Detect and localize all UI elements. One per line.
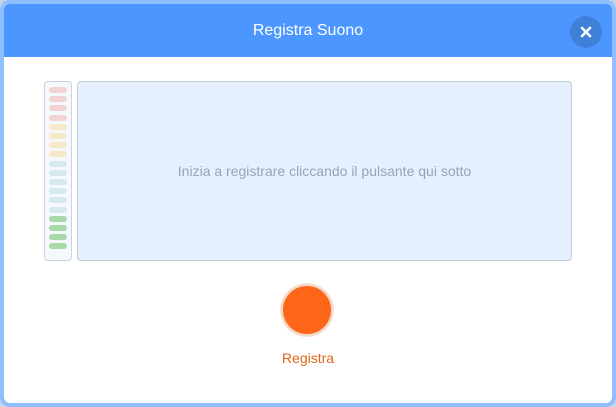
meter-segment: [49, 87, 67, 93]
meter-segment: [49, 160, 67, 167]
dialog-title: Registra Suono: [252, 21, 364, 39]
meter-segment: [49, 188, 67, 195]
meter-segment: [49, 243, 67, 250]
record-label[interactable]: Registra: [4, 350, 612, 366]
record-button[interactable]: [281, 284, 333, 336]
meter-segment: [49, 151, 67, 158]
meter-segment: [49, 123, 67, 130]
dialog-header: Registra Suono: [4, 4, 612, 57]
meter-segment: [49, 169, 67, 176]
record-sound-dialog: Registra Suono Inizia a registrare clicc…: [0, 0, 616, 407]
waveform-hint: Inizia a registrare cliccando il pulsant…: [177, 163, 472, 179]
meter-segment: [49, 105, 67, 112]
meter-segment: [49, 114, 67, 121]
meter-segment: [49, 215, 67, 222]
meter-segment: [49, 133, 67, 139]
meter-segment: [49, 225, 67, 231]
meter-segment: [49, 142, 67, 149]
meter-segment: [49, 179, 67, 185]
audio-level-meter: [44, 81, 72, 261]
close-icon: [580, 26, 592, 38]
meter-segment: [49, 206, 67, 213]
meter-segment: [49, 197, 67, 204]
meter-segment: [49, 234, 67, 241]
waveform-area: Inizia a registrare cliccando il pulsant…: [77, 81, 572, 261]
close-button[interactable]: [570, 16, 602, 48]
meter-segment: [49, 96, 67, 103]
